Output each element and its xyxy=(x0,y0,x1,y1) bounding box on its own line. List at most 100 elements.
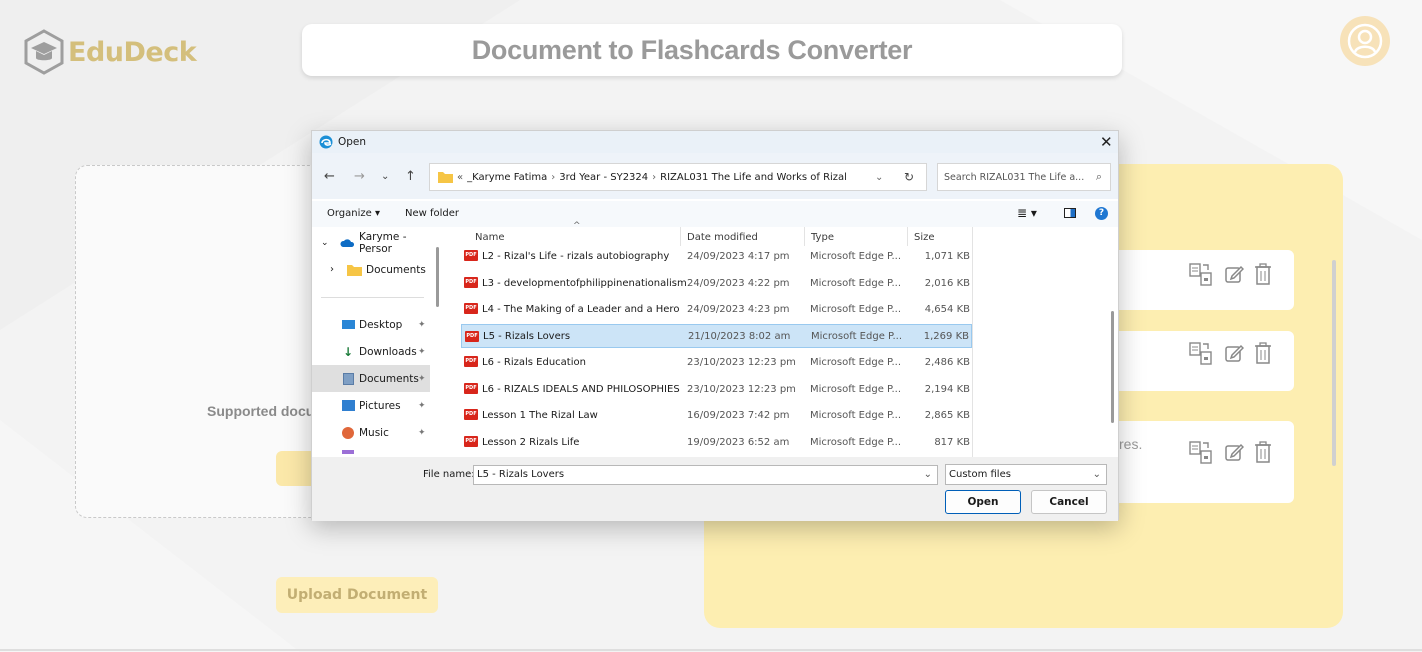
recent-locations-chevron-icon[interactable]: ⌄ xyxy=(381,171,389,182)
cloud-icon xyxy=(340,238,355,247)
cancel-button[interactable]: Cancel xyxy=(1031,490,1107,514)
open-file-dialog: Open ✕ ← → ⌄ ↑ « _Karyme Fatima › 3rd Ye… xyxy=(311,130,1119,521)
refresh-icon[interactable]: ↻ xyxy=(904,170,914,184)
search-input[interactable]: Search RIZAL031 The Life a... ⌕ xyxy=(937,163,1111,191)
breadcrumb-item[interactable]: RIZAL031 The Life and Works of Rizal xyxy=(660,172,847,183)
pdf-icon: PDF xyxy=(465,331,479,342)
file-date: 24/09/2023 4:22 pm xyxy=(687,277,790,289)
file-row[interactable]: PDF L4 - The Making of a Leader and a Her… xyxy=(461,297,972,321)
address-dropdown-icon[interactable]: ⌄ xyxy=(875,172,883,183)
file-date: 23/10/2023 12:23 pm xyxy=(687,383,796,395)
chevron-down-icon[interactable]: ⌄ xyxy=(924,466,932,484)
music-icon xyxy=(342,426,354,439)
file-row[interactable]: PDF Lesson 1 The Rizal Law 16/09/2023 7:42… xyxy=(461,403,972,427)
file-size: 4,654 KB xyxy=(924,303,970,315)
nav-item-pictures[interactable]: Pictures ✦ xyxy=(312,392,430,419)
trash-icon[interactable] xyxy=(1254,441,1272,463)
convert-document-icon[interactable] xyxy=(1188,262,1214,286)
pdf-icon: PDF xyxy=(464,356,478,367)
deck-card[interactable] xyxy=(1100,250,1294,310)
new-folder-button[interactable]: New folder xyxy=(405,208,459,219)
deck-card[interactable] xyxy=(1100,331,1294,391)
file-type: Microsoft Edge P... xyxy=(810,303,902,315)
nav-item-downloads[interactable]: ↓ Downloads ✦ xyxy=(312,338,430,365)
organize-menu[interactable]: Organize ▾ xyxy=(327,208,380,219)
file-size: 2,865 KB xyxy=(924,409,970,421)
pin-icon[interactable]: ✦ xyxy=(418,347,426,357)
column-header-size[interactable]: Size xyxy=(914,232,935,243)
nav-item-desktop[interactable]: Desktop ✦ xyxy=(312,311,430,338)
desktop-icon xyxy=(342,320,355,329)
breadcrumb-overflow[interactable]: « xyxy=(457,172,463,183)
convert-document-icon[interactable] xyxy=(1188,440,1214,464)
file-type-select[interactable]: Custom files ⌄ xyxy=(945,464,1107,485)
column-header-type[interactable]: Type xyxy=(811,232,834,243)
card-description-text: res. xyxy=(1119,436,1143,452)
convert-document-icon[interactable] xyxy=(1188,341,1214,365)
file-size: 817 KB xyxy=(934,436,970,448)
file-date: 19/09/2023 6:52 am xyxy=(687,436,790,448)
nav-item-documents[interactable]: Documents ✦ xyxy=(312,365,430,392)
pin-icon[interactable]: ✦ xyxy=(418,374,426,384)
file-size: 2,016 KB xyxy=(924,277,970,289)
forward-arrow-icon[interactable]: → xyxy=(354,169,365,184)
file-list: ^ Name Date modified Type Size PDF L2 - R… xyxy=(445,221,1110,457)
file-type: Microsoft Edge P... xyxy=(810,383,902,395)
edit-icon[interactable] xyxy=(1224,264,1244,284)
file-row[interactable]: PDF L6 - RIZALS IDEALS AND PHILOSOPHIES 23… xyxy=(461,377,972,401)
file-size: 2,486 KB xyxy=(924,356,970,368)
page-title-bar: Document to Flashcards Converter xyxy=(302,24,1122,76)
close-icon[interactable]: ✕ xyxy=(1100,133,1113,151)
column-header-name[interactable]: Name xyxy=(475,232,505,243)
nav-item-onedrive[interactable]: ⌄ Karyme - Persor xyxy=(312,229,430,256)
file-list-scrollbar[interactable] xyxy=(1111,311,1114,423)
file-type: Microsoft Edge P... xyxy=(811,330,903,342)
file-row[interactable]: PDF L2 - Rizal's Life - rizals autobiogra… xyxy=(461,244,972,268)
file-row[interactable]: PDF L3 - developmentofphilippinenationali… xyxy=(461,271,972,295)
chevron-down-icon[interactable]: ⌄ xyxy=(1093,465,1101,484)
back-arrow-icon[interactable]: ← xyxy=(324,169,335,184)
file-row[interactable]: PDF L5 - Rizals Lovers 21/10/2023 8:02 am M… xyxy=(461,324,972,348)
nav-item-partial[interactable] xyxy=(342,450,354,454)
file-name-label: File name: xyxy=(423,469,475,480)
avatar[interactable] xyxy=(1340,16,1390,66)
trash-icon[interactable] xyxy=(1254,342,1272,364)
dialog-navigation-bar: ← → ⌄ ↑ « _Karyme Fatima › 3rd Year - SY… xyxy=(312,153,1118,199)
deck-card[interactable] xyxy=(1100,421,1294,503)
pictures-icon xyxy=(342,400,355,411)
up-arrow-icon[interactable]: ↑ xyxy=(405,169,416,184)
pdf-icon: PDF xyxy=(464,277,478,288)
breadcrumb-item[interactable]: 3rd Year - SY2324 xyxy=(559,172,648,183)
upload-document-button[interactable]: Upload Document xyxy=(276,577,438,613)
dialog-titlebar[interactable]: Open ✕ xyxy=(312,131,1118,153)
pdf-icon: PDF xyxy=(464,409,478,420)
file-name: L5 - Rizals Lovers xyxy=(483,330,571,342)
pin-icon[interactable]: ✦ xyxy=(418,401,426,411)
file-name-input[interactable]: L5 - Rizals Lovers ⌄ xyxy=(473,465,938,485)
nav-item-documents-sub[interactable]: › Documents xyxy=(312,256,430,283)
navpane-scrollbar[interactable] xyxy=(436,247,439,307)
edit-icon[interactable] xyxy=(1224,442,1244,462)
brand-name: EduDeck xyxy=(68,36,197,68)
column-divider[interactable] xyxy=(972,227,973,457)
pin-icon[interactable]: ✦ xyxy=(418,320,426,330)
file-size: 1,071 KB xyxy=(924,250,970,262)
brand-logo[interactable]: EduDeck xyxy=(24,29,197,75)
trash-icon[interactable] xyxy=(1254,263,1272,285)
breadcrumb-item[interactable]: _Karyme Fatima xyxy=(467,172,547,183)
file-date: 24/09/2023 4:17 pm xyxy=(687,250,790,262)
dialog-footer: File name: L5 - Rizals Lovers ⌄ Custom f… xyxy=(312,457,1118,521)
file-row[interactable]: PDF Lesson 2 Rizals Life 19/09/2023 6:52 a… xyxy=(461,430,972,454)
open-button[interactable]: Open xyxy=(945,490,1021,514)
preview-pane-icon[interactable] xyxy=(1064,208,1076,218)
search-icon: ⌕ xyxy=(1095,170,1102,183)
address-bar[interactable]: « _Karyme Fatima › 3rd Year - SY2324 › R… xyxy=(429,163,927,191)
panel-scrollbar[interactable] xyxy=(1332,260,1336,466)
nav-item-music[interactable]: Music ✦ xyxy=(312,419,430,446)
pin-icon[interactable]: ✦ xyxy=(418,428,426,438)
edit-icon[interactable] xyxy=(1224,343,1244,363)
file-row[interactable]: PDF L6 - Rizals Education 23/10/2023 12:23… xyxy=(461,350,972,374)
help-icon[interactable]: ? xyxy=(1095,207,1108,220)
view-options-icon[interactable]: ≣ ▾ xyxy=(1017,206,1037,220)
column-header-date[interactable]: Date modified xyxy=(687,232,758,243)
